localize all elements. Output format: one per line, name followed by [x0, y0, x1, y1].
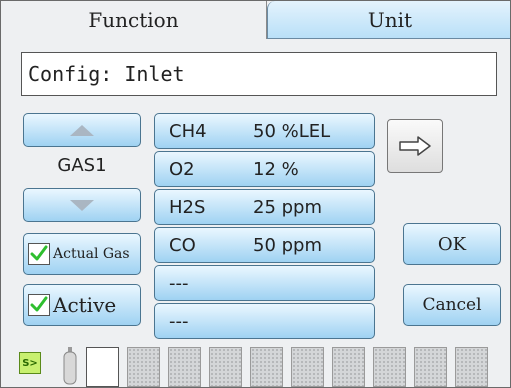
- run-icon-text: S>: [22, 357, 38, 369]
- triangle-up-icon: [70, 124, 94, 136]
- status-slot: [168, 347, 201, 387]
- gas-name: ---: [169, 311, 189, 332]
- gas-row-4[interactable]: CO 50 ppm: [154, 227, 375, 263]
- gas-value: 50 %LEL: [253, 121, 331, 142]
- gas-cylinder-icon: [63, 347, 77, 385]
- gas-row-1[interactable]: CH4 50 %LEL: [154, 113, 375, 149]
- gas-name: O2: [169, 159, 195, 180]
- status-slot: [455, 347, 488, 387]
- status-slot: [373, 347, 406, 387]
- actual-gas-checkbox[interactable]: Actual Gas: [23, 233, 141, 275]
- triangle-down-icon: [70, 199, 94, 211]
- check-icon: [30, 245, 48, 261]
- checkbox-box: [28, 294, 50, 316]
- status-slot: [414, 347, 447, 387]
- gas-row-2[interactable]: O2 12 %: [154, 151, 375, 187]
- active-label: Active: [53, 293, 117, 317]
- status-slot: [86, 347, 119, 387]
- gas-row-6[interactable]: ---: [154, 303, 375, 339]
- active-checkbox[interactable]: Active: [23, 284, 141, 326]
- status-slot: [332, 347, 365, 387]
- gas-value: 12 %: [253, 159, 299, 180]
- gas-up-button[interactable]: [23, 113, 141, 147]
- gas-row-3[interactable]: H2S 25 ppm: [154, 189, 375, 225]
- status-slot: [127, 347, 160, 387]
- gas-name: CH4: [169, 121, 207, 142]
- actual-gas-label: Actual Gas: [53, 246, 130, 262]
- config-display: Config: Inlet: [21, 52, 497, 96]
- status-slot: [291, 347, 324, 387]
- gas-name: ---: [169, 273, 189, 294]
- config-text: Config: Inlet: [28, 62, 185, 86]
- gas-name: H2S: [169, 197, 206, 218]
- cancel-button[interactable]: Cancel: [403, 284, 501, 326]
- arrow-right-icon: [399, 136, 431, 156]
- checkbox-box: [28, 243, 50, 265]
- config-window: Function Unit Config: Inlet GAS1 Actual …: [0, 0, 511, 388]
- run-icon: S>: [19, 352, 41, 374]
- status-slot: [250, 347, 283, 387]
- next-button[interactable]: [387, 119, 443, 173]
- gas-value: 50 ppm: [253, 235, 323, 256]
- gas-down-button[interactable]: [23, 188, 141, 222]
- gas-row-5[interactable]: ---: [154, 265, 375, 301]
- status-slot: [209, 347, 242, 387]
- gas-label: GAS1: [57, 155, 107, 176]
- gas-name: CO: [169, 235, 196, 256]
- tab-function[interactable]: Function: [1, 1, 267, 39]
- gas-value: 25 ppm: [253, 197, 323, 218]
- ok-button[interactable]: OK: [403, 223, 501, 265]
- tab-unit[interactable]: Unit: [267, 1, 510, 39]
- check-icon: [30, 296, 48, 312]
